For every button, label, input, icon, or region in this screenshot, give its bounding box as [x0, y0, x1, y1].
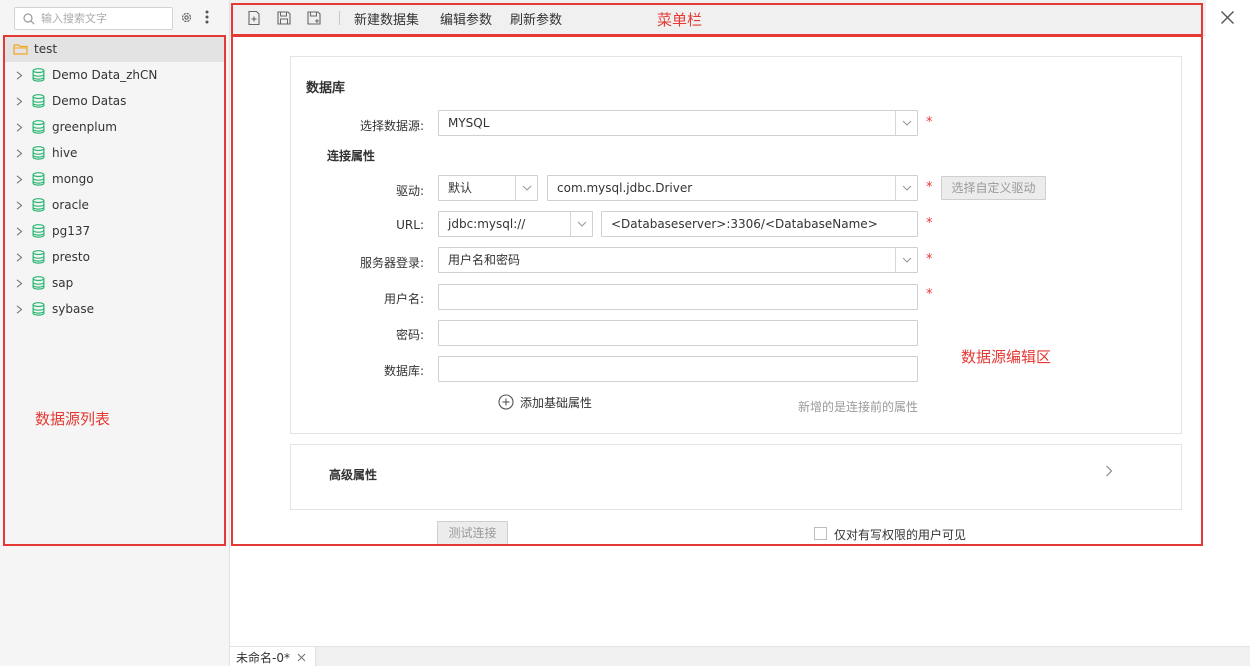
- datasource-edit-annotation: 数据源编辑区: [961, 348, 1052, 366]
- close-icon[interactable]: [1220, 10, 1235, 25]
- editor-annotation-box: [231, 35, 1203, 546]
- document-tab-bar: 未命名-0*: [230, 646, 1250, 666]
- gear-icon[interactable]: [180, 11, 193, 24]
- menu-bar-annotation: 菜单栏: [657, 11, 703, 29]
- document-tab[interactable]: 未命名-0*: [230, 647, 316, 666]
- more-options-icon[interactable]: [205, 10, 209, 24]
- search-input[interactable]: [41, 10, 169, 27]
- sidebar-header: [0, 0, 230, 36]
- datasource-list-annotation-box: [3, 35, 226, 546]
- search-box[interactable]: [14, 7, 173, 30]
- document-tab-label: 未命名-0*: [236, 651, 290, 665]
- datasource-list-annotation: 数据源列表: [35, 410, 111, 428]
- menu-bar-annotation-box: [231, 3, 1203, 36]
- search-icon: [23, 13, 35, 25]
- close-tab-icon[interactable]: [297, 653, 306, 662]
